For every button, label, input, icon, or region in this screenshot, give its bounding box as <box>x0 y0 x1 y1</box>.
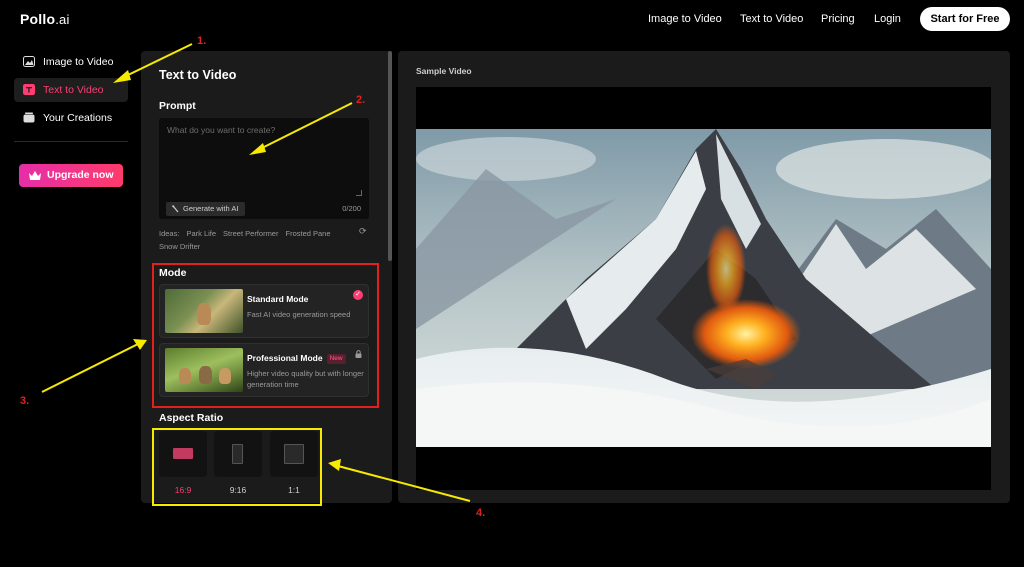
annotation-label-2: 2. <box>356 94 366 106</box>
annotation-label-3: 3. <box>20 395 30 407</box>
annotation-label-4: 4. <box>476 507 486 519</box>
annotation-label-1: 1. <box>197 35 207 47</box>
annotation-arrows <box>41 43 471 502</box>
app-root: Pollo.ai Image to Video Text to Video Pr… <box>0 0 1024 567</box>
